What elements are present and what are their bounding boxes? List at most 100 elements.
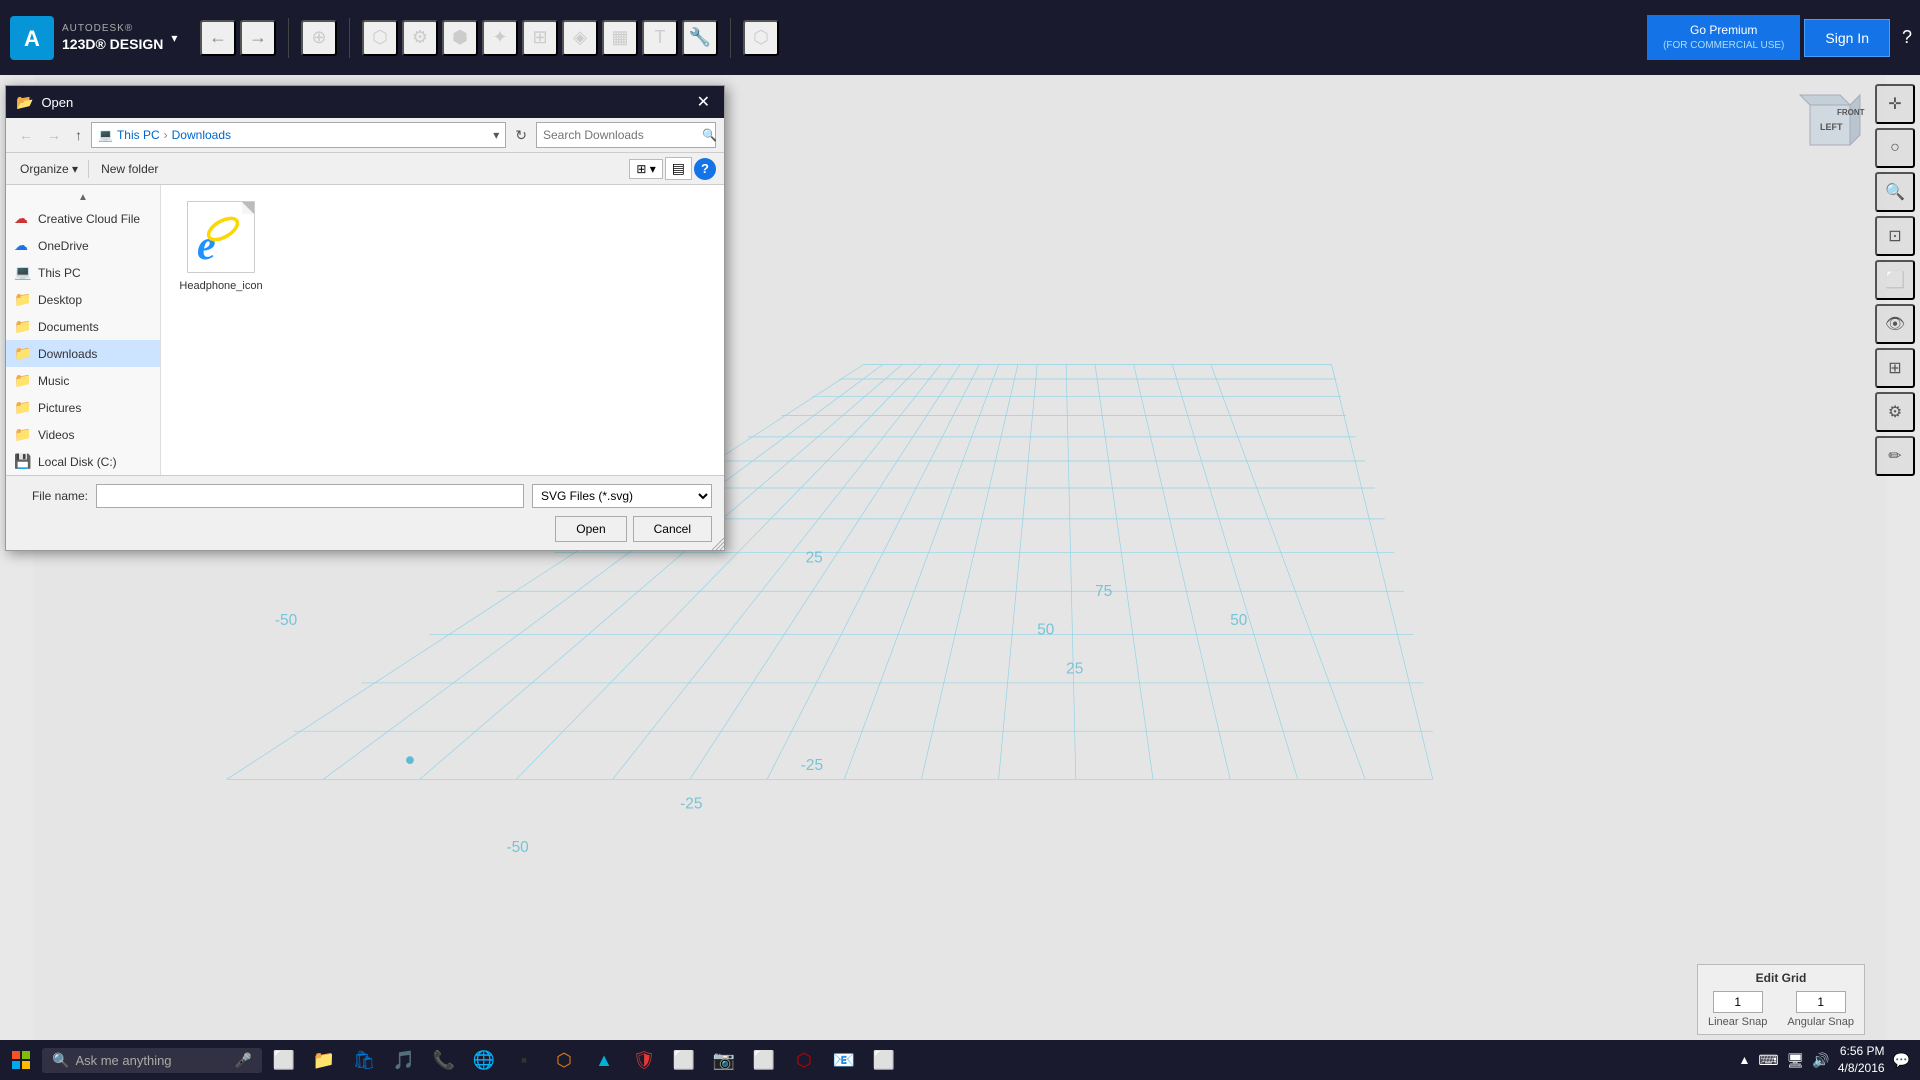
task-view-button[interactable]: ⬜ xyxy=(266,1042,302,1078)
transform-button[interactable]: ✦ xyxy=(482,20,518,56)
organize-button[interactable]: Organize ▾ xyxy=(14,159,84,179)
sidebar-item-desktop[interactable]: 📁 Desktop xyxy=(6,286,160,313)
construct-button[interactable]: ⬢ xyxy=(442,20,478,56)
taskbar-search[interactable]: 🔍 Ask me anything 🎤 xyxy=(42,1048,262,1073)
taskbar-right: ▲ ⌨ 🖥 🔊 6:56 PM 4/8/2016 💬 xyxy=(1729,1043,1920,1077)
sidebar-item-pictures[interactable]: 📁 Pictures xyxy=(6,394,160,421)
open-button[interactable]: Open xyxy=(555,516,626,542)
primitives-button[interactable]: ⬡ xyxy=(362,20,398,56)
sidebar-item-local-disk[interactable]: 💾 Local Disk (C:) xyxy=(6,448,160,475)
file-explorer-button[interactable]: 📁 xyxy=(306,1042,342,1078)
toolbar-icons: ← → ⊕ ⬡ ⚙ ⬢ ✦ ⊞ ◈ ▦ T 🔧 ⬡ xyxy=(200,18,1647,58)
linear-snap-label: Linear Snap xyxy=(1708,1016,1767,1028)
settings-icon-btn[interactable]: ⚙ xyxy=(1875,392,1915,432)
outlook-button[interactable]: 📧 xyxy=(826,1042,862,1078)
go-premium-line1: Go Premium xyxy=(1663,23,1784,39)
filezilla-button[interactable]: ⬡ xyxy=(786,1042,822,1078)
dialog-content[interactable]: e Headphone_icon xyxy=(161,185,724,475)
dropdown-arrow-icon[interactable]: ▾ xyxy=(171,31,177,45)
taskbar-datetime[interactable]: 6:56 PM 4/8/2016 xyxy=(1838,1043,1885,1077)
dialog-help-button[interactable]: ? xyxy=(694,158,716,180)
brush-icon-btn[interactable]: ✏ xyxy=(1875,436,1915,476)
app8-button[interactable]: ⬜ xyxy=(666,1042,702,1078)
view-cube[interactable]: LEFT FRONT xyxy=(1795,90,1865,150)
sidebar-item-onedrive[interactable]: ☁ OneDrive xyxy=(6,232,160,259)
sidebar-item-videos-label: Videos xyxy=(38,428,74,442)
sign-in-button[interactable]: Sign In xyxy=(1804,19,1890,57)
taskbar-monitor-icon[interactable]: 🖥 xyxy=(1787,1052,1805,1069)
eye-icon-btn[interactable]: 👁 xyxy=(1875,304,1915,344)
sidebar-item-local-disk-label: Local Disk (C:) xyxy=(38,455,117,469)
text-tool-button[interactable]: T xyxy=(642,20,678,56)
linear-snap-input[interactable] xyxy=(1713,991,1763,1013)
help-button[interactable]: ? xyxy=(1894,19,1920,56)
filename-input[interactable] xyxy=(96,484,524,508)
breadcrumb-dropdown-button[interactable]: ▾ xyxy=(493,128,499,142)
taskbar-speaker-icon[interactable]: 🔊 xyxy=(1812,1052,1829,1069)
angular-snap-input[interactable] xyxy=(1796,991,1846,1013)
sidebar-item-videos[interactable]: 📁 Videos xyxy=(6,421,160,448)
open-file-dialog[interactable]: 📂 Open ✕ ← → ↑ 💻 This PC › Downloads ▾ ↻… xyxy=(5,85,725,551)
sidebar-item-documents[interactable]: 📁 Documents xyxy=(6,313,160,340)
app10-button[interactable]: ⬜ xyxy=(866,1042,902,1078)
details-pane-button[interactable]: ▤ xyxy=(665,157,692,180)
sidebar-item-this-pc[interactable]: 💻 This PC xyxy=(6,259,160,286)
cancel-button[interactable]: Cancel xyxy=(633,516,712,542)
dialog-buttons-row: Open Cancel xyxy=(18,516,712,542)
dialog-close-button[interactable]: ✕ xyxy=(693,92,714,112)
dialog-resize-handle[interactable] xyxy=(712,538,724,550)
move-icon-btn[interactable]: ✛ xyxy=(1875,84,1915,124)
trivia-button[interactable]: ▲ xyxy=(586,1042,622,1078)
measure-tool-button[interactable]: 🔧 xyxy=(682,20,718,56)
refresh-button[interactable]: ↻ xyxy=(510,124,532,147)
export-button[interactable]: ⬡ xyxy=(743,20,779,56)
taskbar-chevron-up-icon[interactable]: ▲ xyxy=(1739,1053,1751,1067)
sidebar-scroll-up[interactable]: ▲ xyxy=(6,189,160,205)
modify-button[interactable]: ⚙ xyxy=(402,20,438,56)
view-toggle-button[interactable]: ⊞ ▾ xyxy=(629,159,662,179)
taskbar-keyboard-icon[interactable]: ⌨ xyxy=(1758,1052,1778,1069)
orbit-icon-btn[interactable]: ○ xyxy=(1875,128,1915,168)
sidebar-item-music[interactable]: 📁 Music xyxy=(6,367,160,394)
photos-button[interactable]: 📷 xyxy=(706,1042,742,1078)
zoom-icon-btn[interactable]: 🔍 xyxy=(1875,172,1915,212)
logo-area: A AUTODESK® 123D® DESIGN ▾ xyxy=(0,16,200,60)
taskbar-date: 4/8/2016 xyxy=(1838,1060,1885,1077)
skype-button[interactable]: 📞 xyxy=(426,1042,462,1078)
fit-icon-btn[interactable]: ⊡ xyxy=(1875,216,1915,256)
breadcrumb-downloads[interactable]: Downloads xyxy=(172,128,231,142)
dialog-title-icon: 📂 xyxy=(16,94,33,111)
redo-button[interactable]: → xyxy=(240,20,276,56)
actions-divider xyxy=(88,160,89,178)
start-button[interactable] xyxy=(0,1040,42,1080)
taskbar-notification-icon[interactable]: 💬 xyxy=(1893,1052,1910,1069)
go-premium-button[interactable]: Go Premium (FOR COMMERCIAL USE) xyxy=(1647,15,1800,60)
snap-button[interactable]: ◈ xyxy=(562,20,598,56)
back-button[interactable]: ← xyxy=(14,124,38,146)
downloads-folder-icon: 📁 xyxy=(14,345,32,362)
forward-button[interactable]: → xyxy=(42,124,66,146)
store-button[interactable]: 🛍 xyxy=(346,1042,382,1078)
grid-view-icon-btn[interactable]: ⊞ xyxy=(1875,348,1915,388)
dialog-titlebar: 📂 Open ✕ xyxy=(6,86,724,118)
box-button[interactable]: ▦ xyxy=(602,20,638,56)
file-item-headphone-icon[interactable]: e Headphone_icon xyxy=(171,195,271,298)
cmd-button[interactable]: ▪ xyxy=(506,1042,542,1078)
group-button[interactable]: ⊞ xyxy=(522,20,558,56)
spotify-button[interactable]: 🎵 xyxy=(386,1042,422,1078)
undo-button[interactable]: ← xyxy=(200,20,236,56)
chrome-button[interactable]: 🌐 xyxy=(466,1042,502,1078)
app9-button[interactable]: ⬜ xyxy=(746,1042,782,1078)
perspective-icon-btn[interactable]: ⬜ xyxy=(1875,260,1915,300)
svg-text:LEFT: LEFT xyxy=(1820,122,1843,132)
sidebar-item-downloads[interactable]: 📁 Downloads xyxy=(6,340,160,367)
shield-button[interactable]: 🛡 xyxy=(626,1042,662,1078)
create-tool-button[interactable]: ⊕ xyxy=(301,20,337,56)
up-button[interactable]: ↑ xyxy=(70,124,87,146)
sidebar-item-creative-cloud[interactable]: ☁ Creative Cloud File xyxy=(6,205,160,232)
filetype-select[interactable]: SVG Files (*.svg) xyxy=(532,484,712,508)
blender-button[interactable]: ⬡ xyxy=(546,1042,582,1078)
search-input[interactable] xyxy=(543,128,698,142)
breadcrumb-this-pc[interactable]: This PC xyxy=(117,128,160,142)
new-folder-button[interactable]: New folder xyxy=(93,159,166,179)
